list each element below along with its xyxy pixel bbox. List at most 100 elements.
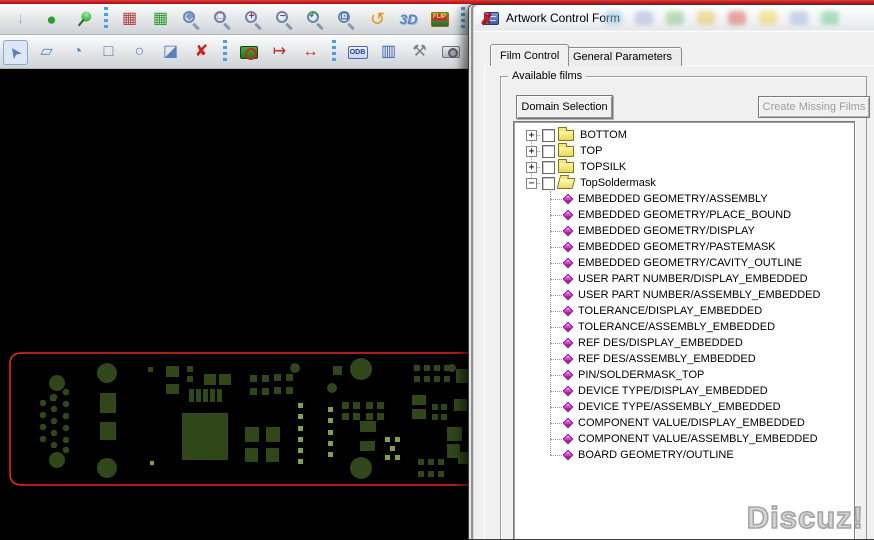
film-layer-label[interactable]: TOLERANCE/ASSEMBLY_EMBEDDED [578,321,775,333]
film-layer-label[interactable]: USER PART NUMBER/ASSEMBLY_EMBEDDED [578,289,820,301]
tree-child-row[interactable]: REF DES/ASSEMBLY_EMBEDDED [514,351,854,367]
tree-root-row[interactable]: + BOTTOM [514,126,854,143]
film-layer-label[interactable]: EMBEDDED GEOMETRY/DISPLAY [578,225,755,237]
pushpin-icon[interactable] [70,7,95,32]
arc-icon[interactable]: ◔ [65,40,90,65]
film-layer-label[interactable]: TOLERANCE/DISPLAY_EMBEDDED [578,305,762,317]
film-layer-label[interactable]: EMBEDDED GEOMETRY/PASTEMASK [578,241,776,253]
tree-child-row[interactable]: TOLERANCE/ASSEMBLY_EMBEDDED [514,319,854,335]
tree-root-row[interactable]: + TOPSILK [514,158,854,175]
film-layer-label[interactable]: EMBEDDED GEOMETRY/CAVITY_OUTLINE [578,257,802,269]
tree-child-row[interactable]: USER PART NUMBER/ASSEMBLY_EMBEDDED [514,287,854,303]
select-arrow-icon[interactable]: ➤ [3,39,28,65]
zoom-in-icon[interactable]: + [241,7,266,32]
dimension-span-icon[interactable]: ↔ [298,40,323,65]
film-checkbox[interactable] [542,144,555,158]
film-layer-label[interactable]: REF DES/ASSEMBLY_EMBEDDED [578,353,756,365]
tab-film-control[interactable]: Film Control [490,44,570,66]
film-layer-label[interactable]: USER PART NUMBER/DISPLAY_EMBEDDED [578,273,808,285]
tree-child-row[interactable]: COMPONENT VALUE/ASSEMBLY_EMBEDDED [514,431,854,447]
zoom-in-icon: + [244,9,264,31]
tree-child-row[interactable]: REF DES/DISPLAY_EMBEDDED [514,335,854,351]
3d-view-icon: 3D [399,11,418,27]
zoom-out-icon[interactable]: − [272,7,297,32]
board-highlight-icon[interactable] [236,40,261,65]
tree-child-row[interactable]: COMPONENT VALUE/DISPLAY_EMBEDDED [514,415,854,431]
zoom-previous-icon[interactable]: ↶ [303,7,328,32]
dimension-edge-icon: ↦ [272,43,287,60]
expand-toggle[interactable]: + [526,161,537,173]
film-layer-label[interactable]: REF DES/DISPLAY_EMBEDDED [578,337,743,349]
3d-view-icon[interactable]: 3D [396,7,421,32]
film-folder-label[interactable]: TOPSILK [580,161,626,173]
film-checkbox[interactable] [542,176,555,190]
board-highlight-icon [239,45,258,60]
tree-root-row[interactable]: − TopSoldermask [514,175,854,191]
circle-icon[interactable]: ○ [127,40,152,65]
film-checkbox[interactable] [542,160,555,174]
dialog-titlebar[interactable]: Artwork Control Form [474,6,874,30]
rectangle-icon[interactable]: □ [96,40,121,65]
color-dialog-grid-icon[interactable]: ▦ [117,7,142,32]
tree-child-row[interactable]: DEVICE TYPE/ASSEMBLY_EMBEDDED [514,399,854,415]
tree-child-row[interactable]: EMBEDDED GEOMETRY/PLACE_BOUND [514,207,854,223]
tree-child-row[interactable]: TOLERANCE/DISPLAY_EMBEDDED [514,303,854,319]
ghost-toolbar-icon [821,11,839,25]
tools-icon[interactable]: ⚒ [407,40,432,65]
tree-child-row[interactable]: EMBEDDED GEOMETRY/ASSEMBLY [514,191,854,207]
film-checkbox[interactable] [542,128,555,142]
film-layer-icon [562,433,574,445]
tree-dots [550,246,562,248]
film-layer-label[interactable]: COMPONENT VALUE/DISPLAY_EMBEDDED [578,417,805,429]
delete-icon[interactable]: ✘ [189,40,214,65]
film-folder-label[interactable]: BOTTOM [580,129,627,141]
film-layer-icon [562,193,574,205]
tree-child-row[interactable]: EMBEDDED GEOMETRY/CAVITY_OUTLINE [514,255,854,271]
expand-toggle[interactable]: + [526,145,537,157]
tree-child-row[interactable]: USER PART NUMBER/DISPLAY_EMBEDDED [514,271,854,287]
collapse-toggle[interactable]: − [526,177,537,189]
dimension-edge-icon[interactable]: ↦ [267,40,292,65]
attach-down-arrow-icon[interactable]: ↓ [8,7,33,32]
polyline-icon[interactable]: ▱ [34,40,59,65]
film-layer-label[interactable]: DEVICE TYPE/DISPLAY_EMBEDDED [578,385,768,397]
tree-child-row[interactable]: EMBEDDED GEOMETRY/DISPLAY [514,223,854,239]
film-layer-icon [562,385,574,397]
film-layer-icon [562,449,574,461]
select-arrow-icon: ➤ [4,41,27,63]
tree-child-row[interactable]: EMBEDDED GEOMETRY/PASTEMASK [514,239,854,255]
tree-root-row[interactable]: + TOP [514,142,854,159]
flip-design-icon[interactable]: FLIP [427,7,452,32]
film-layer-label[interactable]: EMBEDDED GEOMETRY/ASSEMBLY [578,193,768,205]
grid-toggle-icon[interactable]: ▦ [148,7,173,32]
film-layer-label[interactable]: DEVICE TYPE/ASSEMBLY_EMBEDDED [578,401,781,413]
shaded-rect-icon[interactable]: ◪ [158,40,183,65]
design-canvas[interactable] [0,69,478,540]
tab-general-parameters[interactable]: General Parameters [563,47,683,66]
domain-selection-button[interactable]: Domain Selection [516,95,613,119]
film-layer-label[interactable]: PIN/SOLDERMASK_TOP [578,369,704,381]
film-layer-label[interactable]: COMPONENT VALUE/ASSEMBLY_EMBEDDED [578,433,818,445]
ghost-toolbar-icon [759,11,777,25]
camera-icon[interactable] [438,40,463,65]
green-orb-icon[interactable]: ● [39,7,64,32]
tree-child-row[interactable]: BOARD GEOMETRY/OUTLINE [514,447,854,463]
film-folder-label[interactable]: TOP [580,145,602,157]
zoom-shape-icon[interactable]: ◆ [179,7,204,32]
odb-export-icon[interactable]: ODB [345,40,370,65]
film-folder-label[interactable]: TopSoldermask [580,177,656,189]
odb-export-icon: ODB [347,45,368,59]
expand-toggle[interactable]: + [526,129,537,141]
film-layer-label[interactable]: BOARD GEOMETRY/OUTLINE [578,449,734,461]
film-layer-label[interactable]: EMBEDDED GEOMETRY/PLACE_BOUND [578,209,791,221]
undo-icon[interactable]: ↺ [365,7,390,32]
folder-icon [558,142,574,157]
zoom-rect-icon[interactable]: □ [210,7,235,32]
zoom-selection-icon[interactable]: ⊡ [334,7,359,32]
tree-dots [537,182,540,184]
tree-child-row[interactable]: PIN/SOLDERMASK_TOP [514,367,854,383]
tree-child-row[interactable]: DEVICE TYPE/DISPLAY_EMBEDDED [514,383,854,399]
tree-dots [550,230,562,232]
films-tree[interactable]: + BOTTOM + TOP + TOPSILK − TopSoldermask EMBEDDE… [513,121,855,539]
layer-table-icon[interactable]: ▥ [376,40,401,65]
